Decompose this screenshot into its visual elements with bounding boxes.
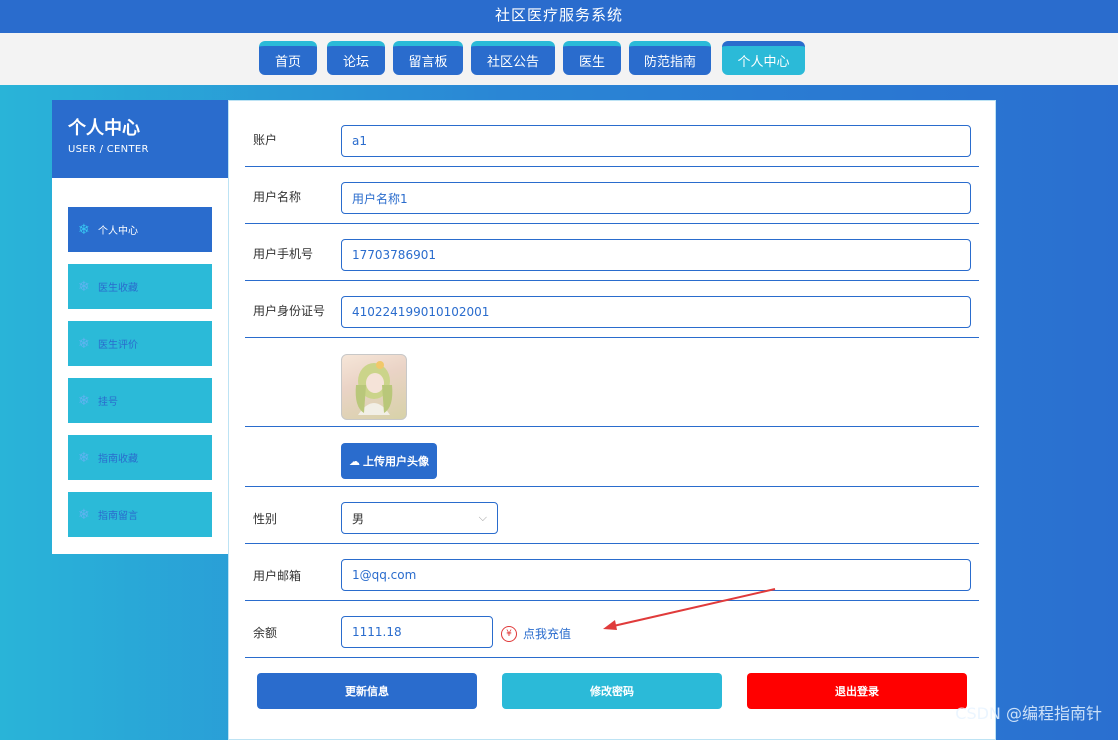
top-header: 社区医疗服务系统: [0, 0, 1118, 33]
nav-item-prevention-guide[interactable]: 防范指南: [629, 41, 711, 75]
sidebar: 个人中心 USER / CENTER ❄ 个人中心 ❄ 医生收藏 ❄ 医生评价 …: [52, 100, 228, 554]
update-info-button[interactable]: 更新信息: [257, 673, 477, 709]
sidebar-item-label: 挂号: [98, 397, 118, 408]
idcard-input[interactable]: 410224199010102001: [341, 296, 971, 328]
username-input[interactable]: 用户名称1: [341, 182, 971, 214]
form-row-upload: ☁ 上传用户头像: [245, 427, 979, 487]
form-row-idcard: 用户身份证号 410224199010102001: [245, 281, 979, 338]
snowflake-icon: ❄: [78, 221, 90, 238]
sidebar-item-guide-favorites[interactable]: ❄ 指南收藏: [68, 435, 212, 480]
phone-input[interactable]: 17703786901: [341, 239, 971, 271]
snowflake-icon: ❄: [78, 392, 90, 409]
sidebar-item-doctor-favorites[interactable]: ❄ 医生收藏: [68, 264, 212, 309]
sidebar-title: 个人中心: [68, 118, 140, 139]
gender-select[interactable]: 男 ⌵: [341, 502, 498, 534]
sidebar-item-label: 个人中心: [98, 226, 138, 237]
sidebar-subtitle: USER / CENTER: [68, 144, 149, 155]
form-row-username: 用户名称 用户名称1: [245, 167, 979, 224]
form-row-balance: 余额 1111.18 ¥ 点我充值: [245, 588, 979, 658]
watermark: CSDN @编程指南针: [955, 704, 1102, 723]
sidebar-header: 个人中心 USER / CENTER: [52, 100, 228, 178]
nav-item-home[interactable]: 首页: [259, 41, 317, 75]
gender-selected-value: 男: [352, 511, 365, 526]
form-row-account: 账户 a1: [245, 101, 979, 167]
gender-label: 性别: [253, 512, 278, 526]
avatar: [341, 354, 407, 420]
sidebar-item-label: 指南收藏: [98, 454, 138, 465]
nav-item-personal-center[interactable]: 个人中心: [722, 41, 805, 75]
nav-item-doctor[interactable]: 医生: [563, 41, 621, 75]
profile-form: 账户 a1 用户名称 用户名称1 用户手机号 17703786901 用户身份证…: [228, 100, 996, 740]
sidebar-item-label: 医生评价: [98, 340, 138, 351]
sidebar-item-guide-messages[interactable]: ❄ 指南留言: [68, 492, 212, 537]
upload-avatar-button[interactable]: ☁ 上传用户头像: [341, 443, 437, 479]
yen-icon: ¥: [501, 625, 517, 642]
sidebar-item-registration[interactable]: ❄ 挂号: [68, 378, 212, 423]
upload-avatar-label: 上传用户头像: [363, 455, 429, 468]
sidebar-item-label: 医生收藏: [98, 283, 138, 294]
account-input[interactable]: a1: [341, 125, 971, 157]
email-label: 用户邮箱: [253, 569, 302, 583]
nav-item-announcement[interactable]: 社区公告: [471, 41, 555, 75]
cloud-upload-icon: ☁: [349, 454, 360, 468]
main-nav: 首页 论坛 留言板 社区公告 医生 防范指南 个人中心: [0, 33, 1118, 85]
sidebar-item-personal-center[interactable]: ❄ 个人中心: [68, 207, 212, 252]
snowflake-icon: ❄: [78, 449, 90, 466]
change-password-button[interactable]: 修改密码: [502, 673, 722, 709]
annotation-arrow-icon: [603, 588, 776, 630]
nav-item-message-board[interactable]: 留言板: [393, 41, 463, 75]
snowflake-icon: ❄: [78, 335, 90, 352]
balance-input[interactable]: 1111.18: [341, 616, 493, 648]
phone-label: 用户手机号: [253, 247, 314, 261]
recharge-label: 点我充值: [523, 627, 572, 641]
app-title: 社区医疗服务系统: [494, 6, 623, 24]
nav-item-forum[interactable]: 论坛: [327, 41, 385, 75]
username-label: 用户名称: [253, 190, 302, 204]
idcard-label: 用户身份证号: [253, 304, 326, 318]
recharge-link[interactable]: ¥ 点我充值: [501, 625, 571, 642]
account-label: 账户: [253, 133, 278, 147]
form-row-phone: 用户手机号 17703786901: [245, 224, 979, 281]
balance-label: 余额: [253, 626, 278, 640]
sidebar-item-label: 指南留言: [98, 511, 138, 522]
snowflake-icon: ❄: [78, 278, 90, 295]
form-row-gender: 性别 男 ⌵: [245, 487, 979, 544]
sidebar-item-doctor-reviews[interactable]: ❄ 医生评价: [68, 321, 212, 366]
chevron-down-icon: ⌵: [478, 511, 487, 524]
form-row-avatar: [245, 338, 979, 427]
logout-button[interactable]: 退出登录: [747, 673, 967, 709]
snowflake-icon: ❄: [78, 506, 90, 523]
